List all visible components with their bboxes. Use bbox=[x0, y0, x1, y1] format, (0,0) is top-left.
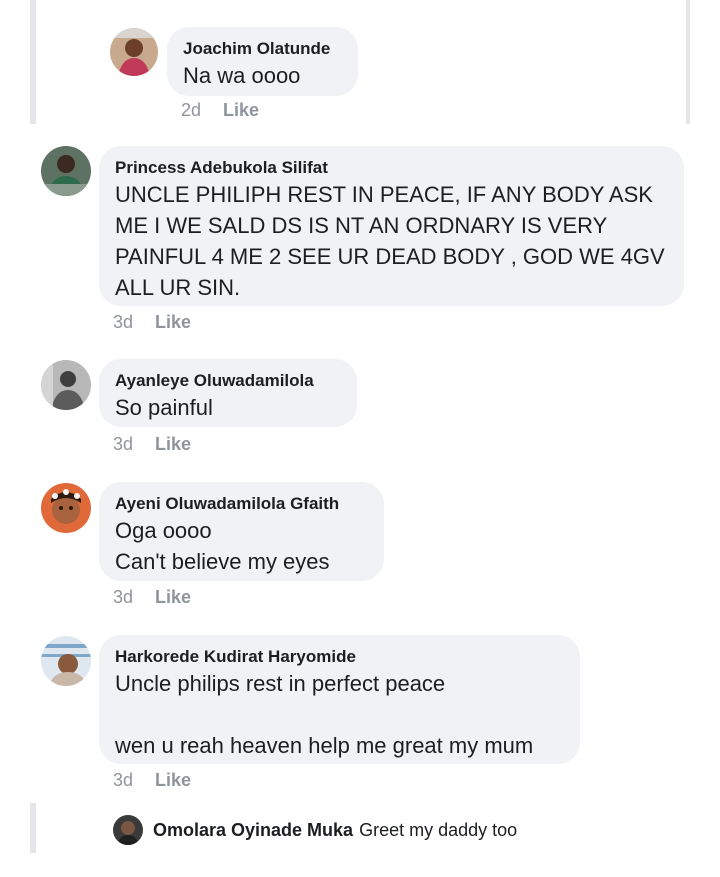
like-button[interactable]: Like bbox=[223, 100, 259, 120]
comment-meta: 3d Like bbox=[113, 311, 191, 333]
like-button[interactable]: Like bbox=[155, 434, 191, 454]
person-avatar-icon bbox=[41, 636, 91, 686]
comment-thread: Joachim Olatunde Na wa oooo 2d Like Princ… bbox=[0, 0, 720, 877]
person-avatar-icon bbox=[41, 146, 91, 196]
avatar[interactable] bbox=[41, 483, 91, 533]
comment-text: Na wa oooo bbox=[183, 60, 342, 91]
comment-bubble: Ayeni Oluwadamilola Gfaith Oga oooo Can'… bbox=[99, 482, 384, 581]
comment-meta: 3d Like bbox=[113, 433, 191, 455]
comment-author[interactable]: Ayeni Oluwadamilola Gfaith bbox=[115, 493, 368, 515]
comment-bubble: Princess Adebukola Silifat UNCLE PHILIPH… bbox=[99, 146, 684, 306]
comment-line: Oga oooo bbox=[115, 518, 212, 543]
comment-author[interactable]: Ayanleye Oluwadamilola bbox=[115, 370, 341, 392]
avatar[interactable] bbox=[41, 360, 91, 410]
avatar bbox=[113, 815, 143, 845]
thread-line-left bbox=[30, 0, 36, 124]
comment-author[interactable]: Princess Adebukola Silifat bbox=[115, 157, 668, 179]
like-button[interactable]: Like bbox=[155, 587, 191, 607]
reply-author[interactable]: Omolara Oyinade Muka bbox=[153, 820, 353, 841]
person-avatar-icon bbox=[41, 360, 91, 410]
comment-bubble: Harkorede Kudirat Haryomide Uncle philip… bbox=[99, 635, 580, 764]
reply-preview[interactable]: Omolara Oyinade Muka Greet my daddy too bbox=[113, 815, 517, 845]
like-button[interactable]: Like bbox=[155, 312, 191, 332]
comment-line: So painful bbox=[115, 395, 213, 420]
comment-meta: 2d Like bbox=[181, 99, 259, 121]
comment-bubble: Ayanleye Oluwadamilola So painful bbox=[99, 359, 357, 427]
comment-meta: 3d Like bbox=[113, 769, 191, 791]
comment-text: Oga oooo Can't believe my eyes bbox=[115, 515, 368, 577]
comment-time[interactable]: 3d bbox=[113, 770, 133, 790]
comment-line: Na wa oooo bbox=[183, 63, 301, 88]
comment-text: UNCLE PHILIPH REST IN PEACE, IF ANY BODY… bbox=[115, 179, 668, 303]
comment-time[interactable]: 2d bbox=[181, 100, 201, 120]
comment-time[interactable]: 3d bbox=[113, 587, 133, 607]
comment-meta: 3d Like bbox=[113, 586, 191, 608]
like-button[interactable]: Like bbox=[155, 770, 191, 790]
comment-line: Uncle philips rest in perfect peace bbox=[115, 671, 446, 696]
person-avatar-icon bbox=[41, 483, 91, 533]
comment-bubble: Joachim Olatunde Na wa oooo bbox=[167, 27, 358, 96]
avatar[interactable] bbox=[41, 636, 91, 686]
comment-time[interactable]: 3d bbox=[113, 434, 133, 454]
reply-text: Greet my daddy too bbox=[359, 819, 518, 840]
reply-thread-line bbox=[30, 803, 36, 853]
avatar[interactable] bbox=[110, 28, 158, 76]
comment-author[interactable]: Harkorede Kudirat Haryomide bbox=[115, 646, 564, 668]
comment-line: Can't believe my eyes bbox=[115, 549, 330, 574]
comment-author[interactable]: Joachim Olatunde bbox=[183, 38, 342, 60]
person-avatar-icon bbox=[110, 28, 158, 76]
comment-time[interactable]: 3d bbox=[113, 312, 133, 332]
person-avatar-icon bbox=[113, 815, 143, 845]
avatar[interactable] bbox=[41, 146, 91, 196]
comment-line: wen u reah heaven help me great my mum bbox=[115, 733, 534, 758]
comment-text: Uncle philips rest in perfect peace wen … bbox=[115, 668, 564, 761]
thread-line-right bbox=[686, 0, 690, 124]
comment-text: So painful bbox=[115, 392, 341, 423]
comment-line: UNCLE PHILIPH REST IN PEACE, IF ANY BODY… bbox=[115, 182, 665, 300]
comment-line-blank bbox=[115, 699, 564, 730]
